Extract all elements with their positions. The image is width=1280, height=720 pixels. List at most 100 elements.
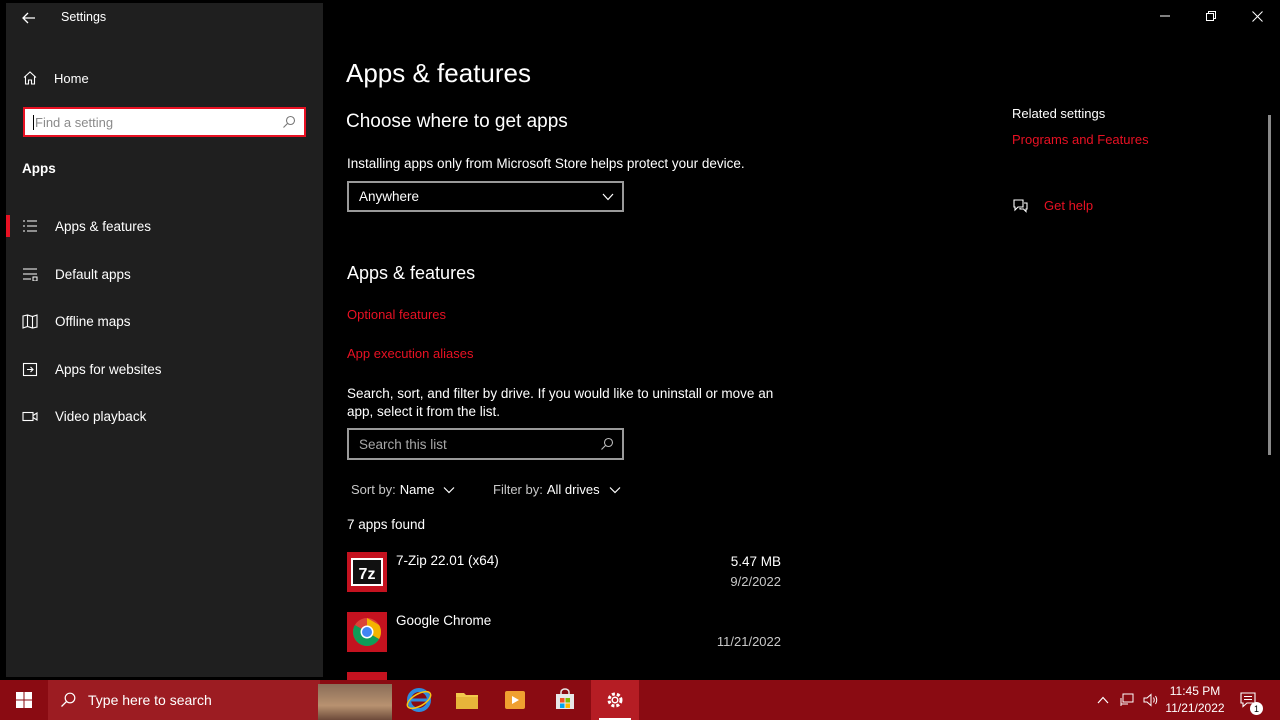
sidebar-item-label: Apps for websites xyxy=(55,361,162,377)
get-help-link[interactable]: Get help xyxy=(1044,198,1093,213)
app-list-item[interactable]: Google Chrome 11/21/2022 xyxy=(347,612,781,670)
sidebar: Settings Home Apps Apps & features Defau… xyxy=(6,3,323,677)
start-button[interactable] xyxy=(0,680,48,720)
chrome-icon xyxy=(347,612,387,652)
filter-value: All drives xyxy=(546,482,600,497)
home-label: Home xyxy=(54,70,89,86)
text-caret xyxy=(33,114,34,130)
filter-by-control[interactable]: Filter by: All drives xyxy=(493,482,622,497)
home-nav-item[interactable]: Home xyxy=(22,65,89,91)
apps-found-count: 7 apps found xyxy=(347,517,426,532)
minimize-icon xyxy=(1160,15,1170,17)
taskbar-search-box[interactable]: Type here to search xyxy=(48,680,320,720)
app-name: Google Chrome xyxy=(396,613,492,628)
taskbar-search-placeholder: Type here to search xyxy=(88,692,212,708)
app-list-search-placeholder: Search this list xyxy=(359,436,447,452)
back-button[interactable] xyxy=(16,7,42,29)
app-source-value: Anywhere xyxy=(359,189,420,204)
app-install-date: 9/2/2022 xyxy=(730,574,781,589)
scrollbar[interactable] xyxy=(1268,115,1271,455)
app-size: 5.47 MB xyxy=(730,554,781,569)
app-list-search-box[interactable]: Search this list xyxy=(347,428,624,460)
taskbar: Type here to search 11:45 PM 11/21/2022 … xyxy=(0,680,1280,720)
chevron-down-icon xyxy=(609,486,621,493)
media-player-taskbar-button[interactable] xyxy=(491,680,539,720)
media-player-icon xyxy=(505,691,525,709)
related-settings-heading: Related settings xyxy=(1012,106,1106,121)
internet-explorer-icon xyxy=(406,688,432,712)
clock-time: 11:45 PM xyxy=(1169,684,1221,698)
settings-search-box[interactable] xyxy=(23,107,306,137)
get-help-row[interactable]: Get help xyxy=(1012,197,1093,214)
search-icon xyxy=(61,692,76,707)
taskbar-clock[interactable]: 11:45 PM 11/21/2022 xyxy=(1160,683,1230,717)
window-title: Settings xyxy=(61,10,107,24)
search-icon[interactable] xyxy=(600,437,614,451)
settings-taskbar-button[interactable] xyxy=(591,680,639,720)
close-icon xyxy=(1251,10,1263,22)
sidebar-item-apps-for-websites[interactable]: Apps for websites xyxy=(6,349,323,389)
optional-features-link[interactable]: Optional features xyxy=(347,307,446,322)
chevron-down-icon xyxy=(444,486,455,493)
app-source-dropdown[interactable]: Anywhere xyxy=(347,181,624,212)
web-app-icon xyxy=(22,361,38,377)
restore-button[interactable] xyxy=(1188,0,1234,32)
search-description: Search, sort, and filter by drive. If yo… xyxy=(347,386,774,419)
sidebar-item-offline-maps[interactable]: Offline maps xyxy=(6,301,323,341)
restore-icon xyxy=(1206,11,1216,21)
sidebar-item-label: Offline maps xyxy=(55,313,131,329)
minimize-button[interactable] xyxy=(1142,0,1188,32)
get-help-icon xyxy=(1013,199,1028,213)
folder-icon xyxy=(456,693,478,709)
page-title: Apps & features xyxy=(346,58,531,88)
filter-label: Filter by: xyxy=(493,482,543,497)
store-icon xyxy=(556,688,574,709)
section-title: Apps xyxy=(22,161,56,176)
sidebar-item-label: Video playback xyxy=(55,408,147,424)
app-icon-partial xyxy=(347,672,387,680)
video-icon xyxy=(22,408,38,424)
sidebar-item-apps-features[interactable]: Apps & features xyxy=(6,206,323,246)
choose-apps-heading: Choose where to get apps xyxy=(346,111,568,132)
svg-text:7z: 7z xyxy=(359,566,376,583)
notification-center-button[interactable]: 1 xyxy=(1234,680,1264,720)
home-icon xyxy=(23,71,37,85)
settings-search-input[interactable] xyxy=(35,114,282,130)
app-name: 7-Zip 22.01 (x64) xyxy=(396,553,499,568)
sort-label: Sort by: xyxy=(351,482,396,497)
sidebar-item-label: Default apps xyxy=(55,266,131,282)
programs-and-features-link[interactable]: Programs and Features xyxy=(1012,132,1149,147)
edge-taskbar-button[interactable] xyxy=(395,680,443,720)
sort-by-control[interactable]: Sort by: Name xyxy=(351,482,456,497)
app-install-date: 11/21/2022 xyxy=(716,634,781,649)
app-list-item[interactable]: 7z 7-Zip 22.01 (x64) 5.47 MB 9/2/2022 xyxy=(347,552,781,610)
speaker-icon xyxy=(1143,693,1158,707)
map-icon xyxy=(22,313,38,329)
store-taskbar-button[interactable] xyxy=(541,680,589,720)
clock-date: 11/21/2022 xyxy=(1165,701,1225,715)
list-icon xyxy=(22,218,38,234)
file-explorer-taskbar-button[interactable] xyxy=(443,680,491,720)
chevron-up-icon xyxy=(1097,696,1109,704)
gear-icon xyxy=(607,692,623,708)
choose-apps-description: Installing apps only from Microsoft Stor… xyxy=(347,156,745,171)
show-hidden-icons-button[interactable] xyxy=(1092,680,1114,720)
chevron-down-icon xyxy=(602,193,614,200)
back-arrow-icon xyxy=(22,12,35,24)
sidebar-item-label: Apps & features xyxy=(55,218,152,234)
volume-tray-icon[interactable] xyxy=(1140,680,1162,720)
app-execution-aliases-link[interactable]: App execution aliases xyxy=(347,346,473,361)
windows-logo-icon xyxy=(16,692,32,708)
sidebar-item-default-apps[interactable]: Default apps xyxy=(6,254,323,294)
sort-value: Name xyxy=(399,482,435,497)
apps-features-heading: Apps & features xyxy=(347,263,476,283)
notification-badge: 1 xyxy=(1250,702,1263,715)
network-icon xyxy=(1120,693,1134,706)
close-button[interactable] xyxy=(1234,0,1280,32)
search-icon[interactable] xyxy=(282,115,296,129)
network-tray-icon[interactable] xyxy=(1116,680,1138,720)
sidebar-item-video-playback[interactable]: Video playback xyxy=(6,396,323,436)
search-highlight-image xyxy=(318,684,392,720)
default-apps-icon xyxy=(22,266,38,282)
7zip-icon: 7z xyxy=(347,552,387,592)
